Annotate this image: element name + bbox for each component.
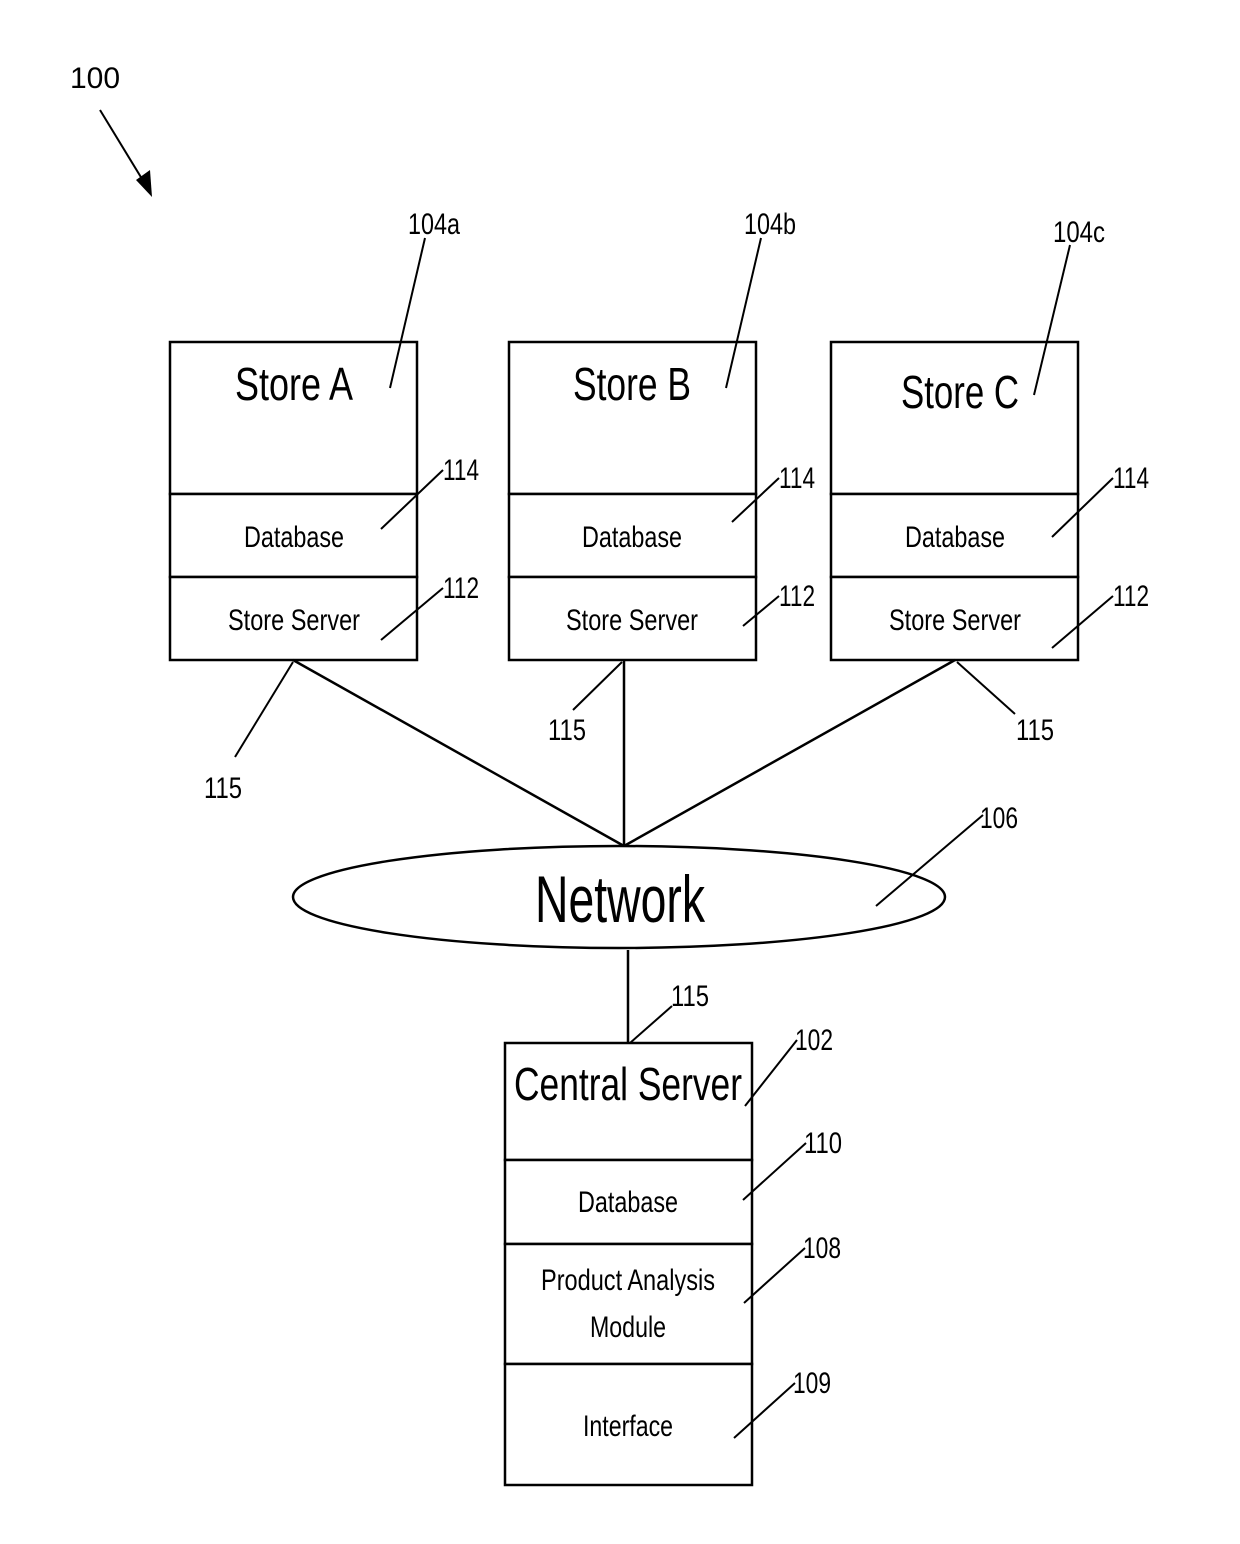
central-server: Central Server Database Product Analysis… xyxy=(503,1024,842,1487)
link-c-ref: 115 xyxy=(1016,714,1054,747)
central-server-title: Central Server xyxy=(514,1058,742,1110)
store-b-database-ref: 114 xyxy=(779,462,815,495)
network-ref: 106 xyxy=(980,802,1018,835)
module-label-line1: Product Analysis xyxy=(541,1264,715,1297)
store-b: Store B Database Store Server 104b 114 1… xyxy=(507,208,815,662)
product-analysis-module-box xyxy=(503,1242,754,1366)
link-a-leader xyxy=(234,661,294,758)
central-server-ref: 102 xyxy=(795,1024,833,1057)
module-label-line2: Module xyxy=(590,1311,666,1344)
store-a-database-label: Database xyxy=(244,521,344,554)
store-c-server-label: Store Server xyxy=(889,604,1021,637)
central-database-label: Database xyxy=(578,1186,678,1219)
central-database-ref: 110 xyxy=(804,1127,842,1160)
store-b-title: Store B xyxy=(573,358,691,410)
store-a-title: Store A xyxy=(235,358,353,410)
interface-ref: 109 xyxy=(793,1367,831,1400)
store-a-server-label: Store Server xyxy=(228,604,360,637)
store-a-server-ref: 112 xyxy=(443,572,479,605)
store-b-database-label: Database xyxy=(582,521,682,554)
figure-ref-label: 100 xyxy=(70,62,120,95)
system-diagram: 100 Store A Database Store Server 104a 1… xyxy=(70,62,1149,1487)
store-c-database-label: Database xyxy=(905,521,1005,554)
network-label: Network xyxy=(535,862,706,936)
store-c-database-ref: 114 xyxy=(1113,462,1149,495)
link-b-ref: 115 xyxy=(548,714,586,747)
link-store-a xyxy=(292,658,625,848)
store-a-ref: 104a xyxy=(408,208,460,241)
store-a: Store A Database Store Server 104a 114 1… xyxy=(168,208,479,662)
store-b-server-ref: 112 xyxy=(779,580,815,613)
store-c-title: Store C xyxy=(901,366,1019,418)
interface-label: Interface xyxy=(583,1410,673,1443)
store-c-ref: 104c xyxy=(1053,216,1105,249)
store-b-server-label: Store Server xyxy=(566,604,698,637)
link-central-ref: 115 xyxy=(671,980,709,1013)
figure-reference: 100 xyxy=(70,62,152,197)
store-a-database-ref: 114 xyxy=(443,454,479,487)
module-ref: 108 xyxy=(803,1232,841,1265)
link-central-leader xyxy=(629,1005,673,1044)
store-b-ref: 104b xyxy=(744,208,796,241)
link-c-leader xyxy=(956,661,1016,715)
store-c: Store C Database Store Server 104c 114 1… xyxy=(829,216,1149,662)
store-c-server-ref: 112 xyxy=(1113,580,1149,613)
network: Network 106 xyxy=(291,802,1018,950)
link-b-leader xyxy=(572,661,623,711)
link-a-ref: 115 xyxy=(204,772,242,805)
link-store-c xyxy=(623,658,956,848)
